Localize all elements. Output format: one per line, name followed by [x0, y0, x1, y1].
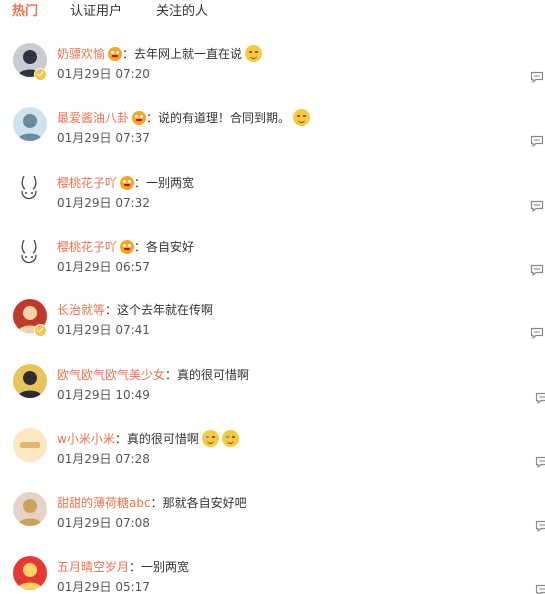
comment-time: 01月29日 07:20	[57, 67, 150, 81]
comment-line: w小米小米：真的很可惜啊	[57, 429, 505, 447]
comment-username[interactable]: 五月晴空岁月	[57, 558, 129, 576]
comment-item: 五月晴空岁月：一别两宽 01月29日 05:17	[0, 556, 545, 594]
comment-username[interactable]: w小米小米	[57, 430, 115, 448]
comment-time: 01月29日 07:08	[57, 516, 150, 530]
comment-username[interactable]: 奶骠欢愉	[57, 45, 105, 63]
comment-time: 01月29日 07:41	[57, 323, 150, 337]
comment-time: 01月29日 07:32	[57, 196, 150, 210]
comment-line: 长治就等：这个去年就在传啊	[57, 300, 505, 318]
comment-colon: ：	[105, 302, 118, 317]
comment-line: 奶骠欢愉 ：去年网上就一直在说	[57, 44, 505, 62]
comment-line: 樱桃花子吖 ：一别两宽	[57, 173, 505, 191]
comment-item: 樱桃花子吖 ：各自安好 01月29日 06:57	[0, 236, 545, 300]
comment-time: 01月29日 10:49	[57, 388, 150, 402]
vip-crown-icon	[108, 46, 123, 61]
comment-colon: ：	[134, 175, 147, 190]
comment-username[interactable]: 长治就等	[57, 301, 105, 319]
comment-colon: ：	[114, 431, 127, 446]
comment-item: 甜甜的薄荷糖abc：那就各自安好吧 01月29日 07:08	[0, 492, 545, 556]
comment-text: 一别两宽	[146, 175, 195, 190]
comment-time: 01月29日 07:37	[57, 131, 150, 145]
tab-hot[interactable]: 热门	[12, 3, 38, 20]
comment-line: 五月晴空岁月：一别两宽	[57, 557, 505, 575]
comment-username[interactable]: 樱桃花子吖	[57, 238, 117, 256]
comment-filter-tabs: 热门 认证用户 关注的人	[0, 0, 545, 26]
comment-reply-icon[interactable]	[535, 520, 545, 532]
comment-colon: ：	[122, 46, 135, 61]
tab-following[interactable]: 关注的人	[156, 3, 208, 20]
comment-item: 欧气欧气欧气美少女：真的很可惜啊 01月29日 10:49	[0, 364, 545, 428]
comment-reply-icon[interactable]	[530, 71, 544, 83]
comment-username[interactable]: 最爱酱油八卦	[57, 109, 129, 127]
comment-text: 说的有道理！合同到期。	[158, 110, 291, 125]
emoji-icon	[201, 430, 219, 447]
comment-colon: ：	[129, 559, 142, 574]
user-avatar[interactable]	[13, 556, 47, 590]
vip-crown-icon	[132, 110, 147, 125]
comment-reply-icon[interactable]	[535, 584, 545, 594]
comment-username[interactable]: 樱桃花子吖	[57, 174, 117, 192]
user-avatar[interactable]	[13, 236, 47, 270]
comment-time: 01月29日 07:28	[57, 452, 150, 466]
comment-reply-icon[interactable]	[535, 456, 545, 468]
user-avatar[interactable]	[13, 428, 47, 462]
comment-reply-icon[interactable]	[530, 135, 544, 147]
comment-item: 樱桃花子吖 ：一别两宽 01月29日 07:32	[0, 172, 545, 236]
comment-item: w小米小米：真的很可惜啊 01月29日 07:28	[0, 428, 545, 492]
comment-colon: ：	[134, 239, 147, 254]
comment-reply-icon[interactable]	[530, 200, 544, 212]
comment-colon: ：	[150, 495, 163, 510]
comment-username[interactable]: 甜甜的薄荷糖abc	[57, 494, 151, 512]
comment-text: 这个去年就在传啊	[117, 302, 214, 317]
comment-username[interactable]: 欧气欧气欧气美少女	[57, 366, 165, 384]
comment-colon: ：	[146, 110, 159, 125]
comment-colon: ：	[165, 367, 178, 382]
comment-text: 去年网上就一直在说	[134, 46, 243, 61]
vip-crown-icon	[120, 239, 135, 254]
comment-item: 奶骠欢愉 ：去年网上就一直在说 01月29日 07:20	[0, 43, 545, 107]
comment-item: 最爱酱油八卦 ：说的有道理！合同到期。 01月29日 07:37	[0, 107, 545, 171]
comment-line: 樱桃花子吖 ：各自安好	[57, 237, 505, 255]
verified-badge-icon	[34, 68, 47, 81]
comment-line: 欧气欧气欧气美少女：真的很可惜啊	[57, 365, 505, 383]
emoji-icon	[221, 430, 239, 447]
comment-time: 01月29日 05:17	[57, 580, 150, 594]
comment-reply-icon[interactable]	[530, 327, 544, 339]
comment-reply-icon[interactable]	[535, 392, 545, 404]
comment-time: 01月29日 06:57	[57, 260, 150, 274]
user-avatar[interactable]	[13, 172, 47, 206]
comment-line: 甜甜的薄荷糖abc：那就各自安好吧	[57, 493, 505, 511]
comment-text: 真的很可惜啊	[126, 431, 199, 446]
user-avatar[interactable]	[13, 107, 47, 141]
comment-text: 真的很可惜啊	[177, 367, 250, 382]
comment-line: 最爱酱油八卦 ：说的有道理！合同到期。	[57, 108, 505, 126]
vip-crown-icon	[120, 175, 135, 190]
user-avatar[interactable]	[13, 364, 47, 398]
emoji-icon	[245, 45, 263, 62]
comment-text: 那就各自安好吧	[162, 495, 247, 510]
tab-verified-users[interactable]: 认证用户	[70, 3, 122, 20]
comment-text: 各自安好	[146, 239, 195, 254]
comment-reply-icon[interactable]	[530, 264, 544, 276]
emoji-icon	[293, 109, 311, 126]
comment-text: 一别两宽	[141, 559, 190, 574]
verified-badge-icon	[34, 324, 47, 337]
user-avatar[interactable]	[13, 492, 47, 526]
comment-item: 长治就等：这个去年就在传啊 01月29日 07:41	[0, 299, 545, 363]
